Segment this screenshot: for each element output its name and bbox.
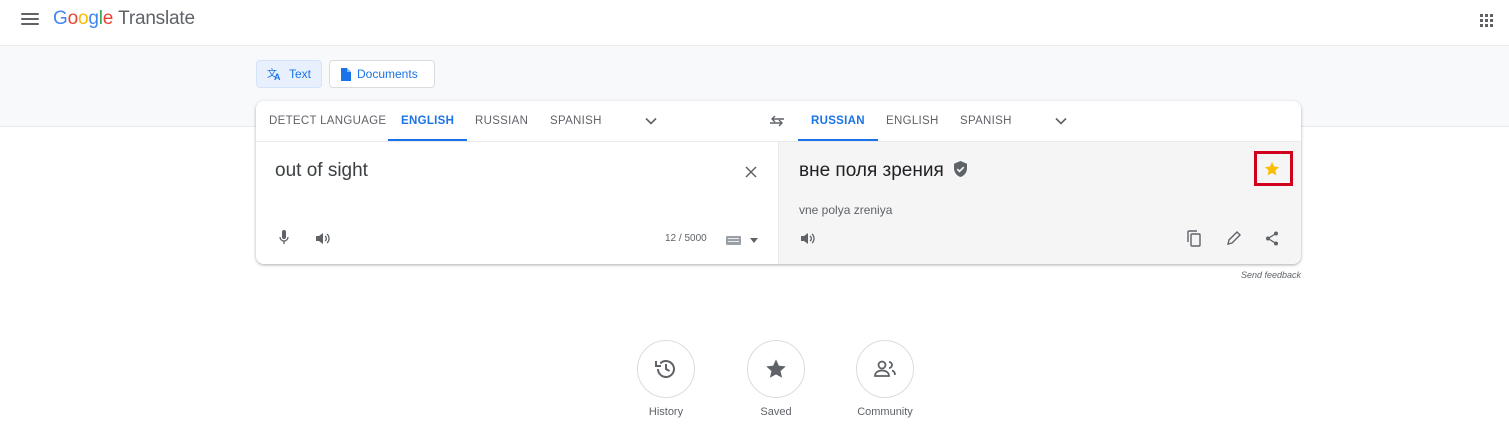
history-button[interactable] bbox=[637, 340, 695, 398]
source-pane[interactable]: out of sight 12 / 5000 bbox=[256, 142, 777, 264]
source-text-input[interactable]: out of sight bbox=[275, 160, 368, 182]
saved-button[interactable] bbox=[747, 340, 805, 398]
translated-text-value: вне поля зрения bbox=[799, 160, 944, 181]
menu-icon[interactable] bbox=[21, 13, 39, 27]
target-lang-russian[interactable]: RUSSIAN bbox=[798, 101, 878, 141]
history-label: History bbox=[648, 406, 684, 418]
saved-label: Saved bbox=[760, 406, 792, 418]
source-listen-speaker-icon[interactable] bbox=[315, 232, 331, 245]
send-feedback-link[interactable]: Send feedback bbox=[1220, 270, 1301, 280]
target-more-languages-chevron-icon[interactable] bbox=[1054, 114, 1068, 128]
target-pane: вне поля зрения vne polya zreniya bbox=[778, 142, 1301, 264]
star-highlight-box bbox=[1254, 151, 1293, 186]
target-listen-speaker-icon[interactable] bbox=[800, 232, 816, 245]
input-tools-dropdown-icon[interactable] bbox=[750, 238, 758, 243]
google-logo: Google bbox=[53, 8, 114, 29]
verified-shield-icon bbox=[954, 161, 968, 177]
source-lang-spanish[interactable]: SPANISH bbox=[550, 101, 602, 141]
source-lang-detect[interactable]: DETECT LANGUAGE bbox=[269, 101, 386, 141]
documents-mode-label: Documents bbox=[357, 67, 418, 81]
star-icon bbox=[766, 359, 786, 378]
text-mode-label: Text bbox=[288, 67, 311, 81]
community-icon bbox=[874, 360, 896, 377]
apps-grid-icon[interactable] bbox=[1480, 14, 1494, 28]
community-label: Community bbox=[857, 406, 913, 418]
character-counter: 12 / 5000 bbox=[665, 233, 707, 244]
copy-translation-icon[interactable] bbox=[1187, 230, 1201, 247]
app-logo[interactable]: Google Translate bbox=[53, 8, 195, 30]
share-translation-icon[interactable] bbox=[1265, 231, 1279, 246]
clear-source-close-icon[interactable] bbox=[745, 166, 757, 178]
source-lang-english[interactable]: ENGLISH bbox=[387, 101, 468, 141]
translate-icon: 文A bbox=[267, 67, 281, 81]
source-lang-russian[interactable]: RUSSIAN bbox=[475, 101, 528, 141]
community-button[interactable] bbox=[856, 340, 914, 398]
swap-languages-icon[interactable] bbox=[769, 114, 785, 128]
svg-text:A: A bbox=[274, 72, 281, 81]
target-lang-spanish[interactable]: SPANISH bbox=[960, 101, 1012, 141]
translation-card: DETECT LANGUAGE ENGLISH RUSSIAN SPANISH … bbox=[256, 101, 1301, 264]
history-icon bbox=[655, 360, 675, 378]
keyboard-icon[interactable] bbox=[726, 236, 741, 245]
target-lang-english[interactable]: ENGLISH bbox=[886, 101, 939, 141]
transliteration: vne polya zreniya bbox=[799, 203, 893, 217]
document-icon bbox=[341, 67, 351, 81]
documents-mode-button[interactable]: Documents bbox=[329, 60, 435, 88]
translated-text: вне поля зрения bbox=[799, 160, 968, 182]
microphone-icon[interactable] bbox=[279, 230, 289, 245]
edit-translation-pencil-icon[interactable] bbox=[1226, 231, 1241, 246]
product-name: Translate bbox=[118, 8, 195, 29]
language-bar: DETECT LANGUAGE ENGLISH RUSSIAN SPANISH … bbox=[256, 101, 1301, 142]
text-mode-button[interactable]: 文A Text bbox=[256, 60, 322, 88]
top-app-bar: Google Translate bbox=[0, 0, 1509, 46]
source-more-languages-chevron-icon[interactable] bbox=[644, 114, 658, 128]
